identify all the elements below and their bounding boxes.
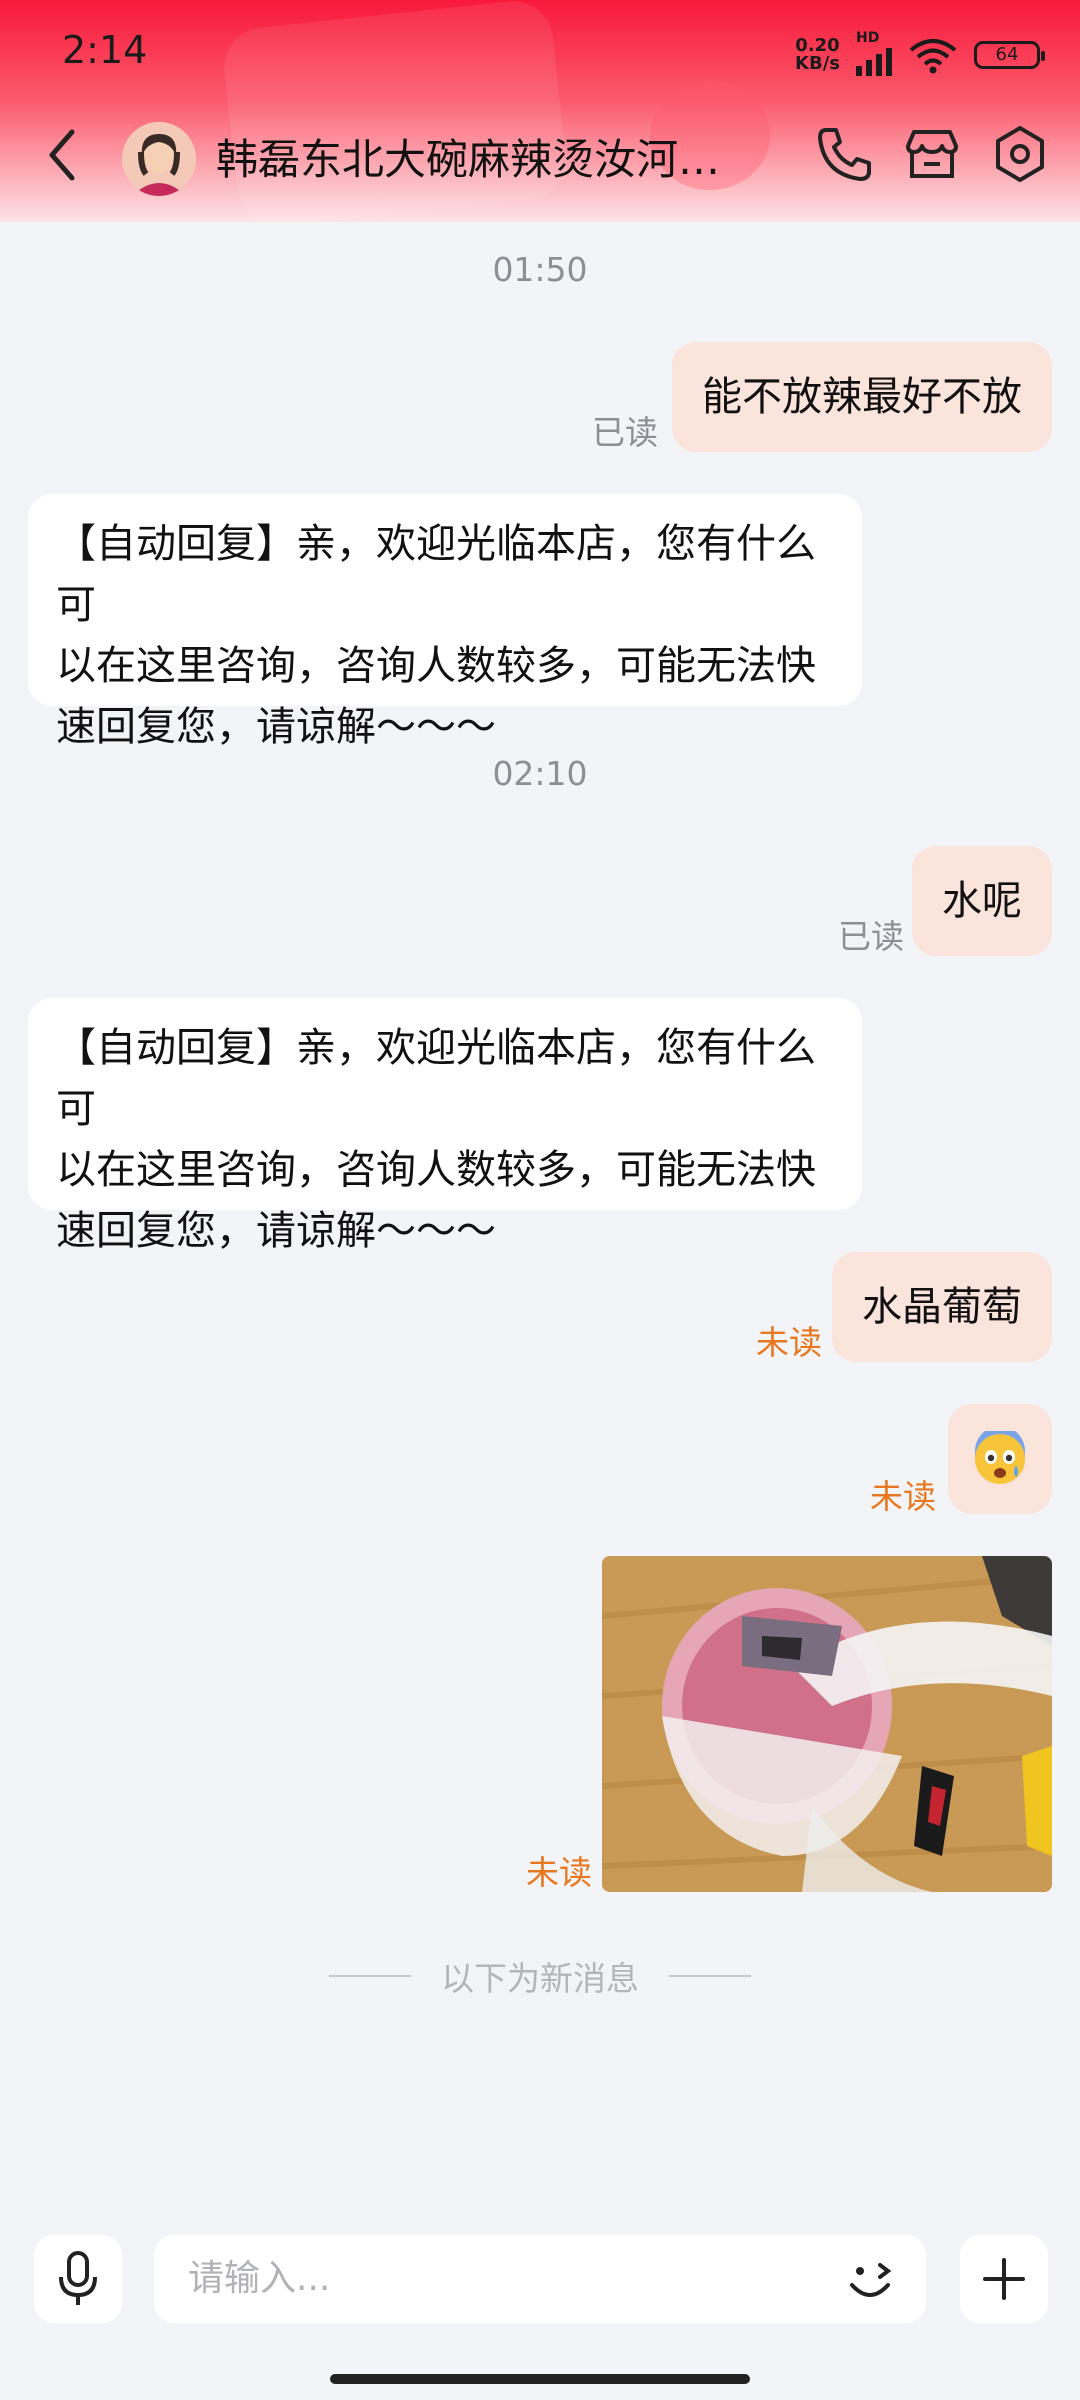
shop-name[interactable]: 韩磊东北大碗麻辣烫汝河… bbox=[216, 126, 720, 187]
sent-message[interactable]: 能不放辣最好不放 bbox=[672, 342, 1052, 452]
shop-avatar[interactable] bbox=[122, 122, 196, 196]
wifi-icon bbox=[909, 39, 957, 74]
message-line: 速回复您，请谅解～～～ bbox=[56, 704, 496, 750]
time-label: 01:50 bbox=[492, 250, 588, 289]
unread-receipt: 未读 bbox=[756, 1323, 822, 1362]
voice-button[interactable] bbox=[34, 2235, 122, 2323]
sent-emoji-message[interactable] bbox=[948, 1404, 1052, 1514]
chat-header: 2:14 0.20 KB/s HD 64 韩磊东北大碗麻辣烫汝河… bbox=[0, 0, 1080, 222]
input-placeholder: 请输入... bbox=[188, 2258, 331, 2299]
status-icons: 0.20 KB/s HD 64 bbox=[795, 30, 1045, 76]
header-decoration bbox=[220, 0, 570, 222]
settings-icon[interactable] bbox=[988, 122, 1052, 186]
sent-image[interactable] bbox=[602, 1556, 1052, 1892]
more-button[interactable] bbox=[960, 2235, 1048, 2323]
signal-icon: HD bbox=[856, 30, 892, 76]
home-indicator[interactable] bbox=[330, 2374, 750, 2384]
received-message[interactable]: 【自动回复】亲，欢迎光临本店，您有什么可 以在这里咨询，咨询人数较多，可能无法快… bbox=[28, 494, 862, 750]
store-icon[interactable] bbox=[900, 122, 964, 186]
read-receipt: 已读 bbox=[838, 917, 904, 956]
received-message[interactable]: 【自动回复】亲，欢迎光临本店，您有什么可 以在这里咨询，咨询人数较多，可能无法快… bbox=[28, 998, 862, 1254]
sent-message[interactable]: 水晶葡萄 bbox=[832, 1252, 1052, 1362]
message-input[interactable]: 请输入... bbox=[154, 2235, 926, 2323]
agent-avatar-icon bbox=[122, 122, 196, 196]
divider-line bbox=[329, 1975, 411, 1977]
message-line: 【自动回复】亲，欢迎光临本店，您有什么可 bbox=[56, 521, 816, 628]
unread-receipt: 未读 bbox=[870, 1477, 936, 1516]
message-line: 以在这里咨询，咨询人数较多，可能无法快 bbox=[56, 643, 816, 689]
fearful-face-icon bbox=[975, 1431, 1025, 1484]
emoji-icon[interactable] bbox=[842, 2249, 902, 2309]
battery-icon: 64 bbox=[974, 41, 1045, 69]
read-receipt: 已读 bbox=[592, 413, 658, 452]
divider-text: 以下为新消息 bbox=[441, 1959, 639, 1998]
input-bar: 请输入... bbox=[0, 2218, 1080, 2400]
time-label: 02:10 bbox=[492, 754, 588, 793]
status-time: 2:14 bbox=[62, 28, 148, 72]
message-line: 速回复您，请谅解～～～ bbox=[56, 1208, 496, 1254]
network-speed-unit: KB/s bbox=[795, 53, 840, 74]
divider-line bbox=[669, 1975, 751, 1977]
phone-icon[interactable] bbox=[812, 122, 876, 186]
network-speed: 0.20 KB/s bbox=[795, 37, 840, 73]
chevron-left-icon[interactable] bbox=[40, 120, 84, 190]
plus-icon bbox=[983, 2258, 1025, 2300]
message-line: 以在这里咨询，咨询人数较多，可能无法快 bbox=[56, 1147, 816, 1193]
sent-message[interactable]: 水呢 bbox=[912, 846, 1052, 956]
network-type: HD bbox=[856, 30, 880, 46]
new-messages-divider: 以下为新消息 bbox=[0, 1952, 1080, 2000]
photo-content bbox=[602, 1556, 1052, 1892]
unread-receipt: 未读 bbox=[526, 1853, 592, 1892]
microphone-icon bbox=[59, 2251, 97, 2305]
message-line: 【自动回复】亲，欢迎光临本店，您有什么可 bbox=[56, 1025, 816, 1132]
